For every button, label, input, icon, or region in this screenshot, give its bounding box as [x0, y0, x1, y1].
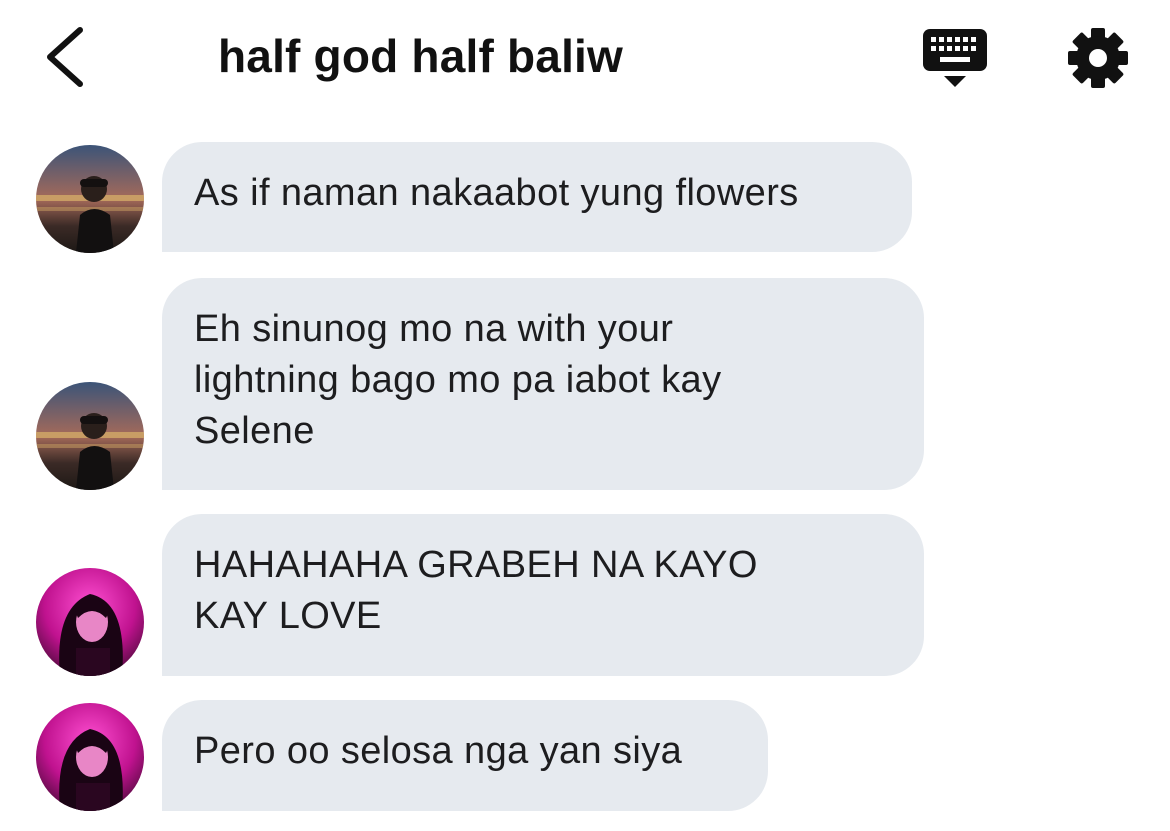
message-bubble[interactable]: Eh sinunog mo na with your lightning bag… — [162, 278, 924, 490]
male-avatar-image — [36, 145, 144, 253]
avatar[interactable] — [36, 703, 144, 811]
message-bubble[interactable]: As if naman nakaabot yung flowers — [162, 142, 912, 252]
message-bubble[interactable]: HAHAHAHA GRABEH NA KAYO KAY LOVE — [162, 514, 924, 676]
message-bubble[interactable]: Pero oo selosa nga yan siya — [162, 700, 768, 811]
avatar[interactable] — [36, 382, 144, 490]
message-row: Eh sinunog mo na with your lightning bag… — [0, 278, 1170, 490]
message-row: Pero oo selosa nga yan siya — [0, 700, 1170, 811]
female-avatar-image — [36, 568, 144, 676]
avatar[interactable] — [36, 568, 144, 676]
message-list: As if naman nakaabot yung flowers Eh sin… — [0, 0, 1170, 831]
message-row: HAHAHAHA GRABEH NA KAYO KAY LOVE — [0, 514, 1170, 676]
message-row: As if naman nakaabot yung flowers — [0, 140, 1170, 254]
male-avatar-image — [36, 382, 144, 490]
female-avatar-image — [36, 703, 144, 811]
avatar[interactable] — [36, 145, 144, 253]
